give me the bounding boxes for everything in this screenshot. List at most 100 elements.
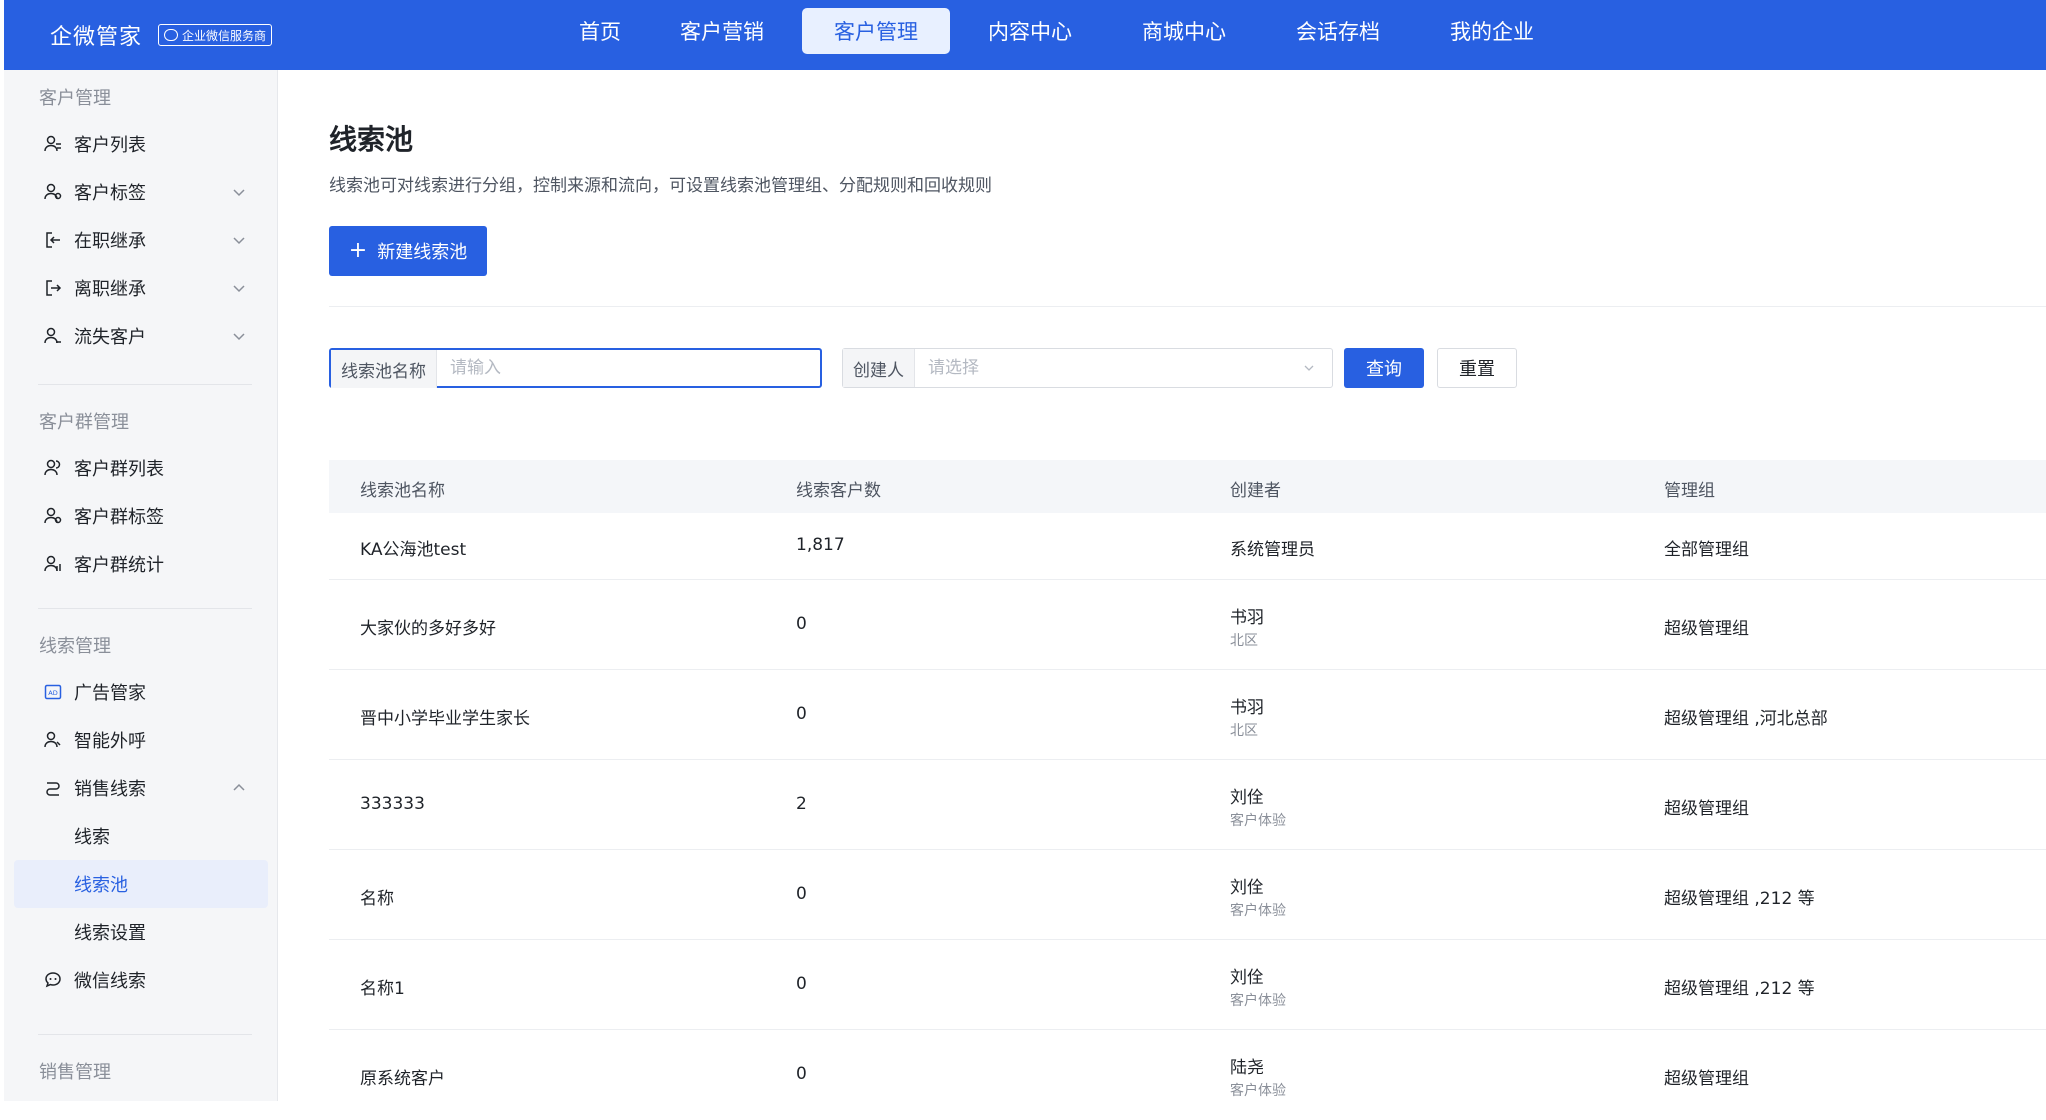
cell-group: 超级管理组 ,河北总部 [1664,709,1828,729]
nav-home[interactable]: 首页 [558,8,642,54]
cell-creator-dept: 客户体验 [1230,1083,1286,1099]
sidebar-item-lead-settings[interactable]: 线索设置 [14,908,268,956]
pool-name-input[interactable] [437,350,820,386]
sidebar-item-lost-customers[interactable]: 流失客户 [14,312,268,360]
sidebar-item-group-stats[interactable]: 客户群统计 [14,540,268,588]
creator-select[interactable] [915,349,1332,387]
table-row[interactable]: 大家伙的多好多好 0 书羽 北区 超级管理组 [329,580,2046,670]
creator-filter[interactable]: 创建人 [842,348,1333,388]
cell-creator: 刘佺 [1230,878,1264,898]
table-row[interactable]: 名称 0 刘佺 客户体验 超级管理组 ,212 等 [329,850,2046,940]
nav-customer-marketing[interactable]: 客户营销 [648,8,796,54]
cell-creator: 刘佺 [1230,968,1264,988]
brand[interactable]: 企微管家 企业微信服务商 [50,17,273,53]
sidebar-item-wechat-leads[interactable]: 微信线索 [14,956,268,1004]
nav-mall-center[interactable]: 商城中心 [1110,8,1258,54]
sidebar-item-lead-pool[interactable]: 线索池 [14,860,268,908]
chevron-down-icon [233,237,245,245]
nav-customer-management[interactable]: 客户管理 [802,8,950,54]
cell-creator-dept: 北区 [1230,723,1258,739]
column-header-count: 线索客户数 [796,481,881,501]
table-row[interactable]: 原系统客户 0 陆尧 客户体验 超级管理组 [329,1030,2046,1120]
chevron-down-icon [233,285,245,293]
sidebar-item-leads[interactable]: 线索 [14,812,268,860]
main-content: 线索池 线索池可对线索进行分组，控制来源和流向，可设置线索池管理组、分配规则和回… [280,70,2046,1101]
group-list-icon [44,459,61,476]
sidebar-item-label: 线索 [74,827,110,848]
cell-count: 0 [796,614,807,634]
table-row[interactable]: 晋中小学毕业学生家长 0 书羽 北区 超级管理组 ,河北总部 [329,670,2046,760]
sidebar-item-label: 智能外呼 [74,731,146,752]
cell-creator: 陆尧 [1230,1058,1264,1078]
sidebar-item-sales-leads[interactable]: 销售线索 [14,764,268,812]
cell-creator-dept: 北区 [1230,633,1258,649]
sidebar-item-resigned-inherit[interactable]: 离职继承 [14,264,268,312]
sidebar-item-active-inherit[interactable]: 在职继承 [14,216,268,264]
sidebar-item-label: 客户群列表 [74,459,164,480]
table-header: 线索池名称 线索客户数 创建者 管理组 [329,460,2046,513]
cell-name: KA公海池test [360,540,467,560]
cell-creator: 书羽 [1230,608,1264,628]
query-button[interactable]: 查询 [1344,348,1424,388]
sidebar-item-customer-tags[interactable]: 客户标签 [14,168,268,216]
cell-creator: 刘佺 [1230,788,1264,808]
sidebar-item-group-list[interactable]: 客户群列表 [14,444,268,492]
nav-content-center[interactable]: 内容中心 [956,8,1104,54]
main-nav: 首页 客户营销 客户管理 内容中心 商城中心 会话存档 我的企业 [558,8,1572,54]
cell-count: 0 [796,974,807,994]
cell-name: 名称 [360,889,394,909]
reset-button[interactable]: 重置 [1437,348,1517,388]
chevron-down-icon [233,189,245,197]
sidebar-item-label: 微信线索 [74,971,146,992]
column-header-name: 线索池名称 [360,481,445,501]
sidebar-item-label: 线索池 [74,875,128,896]
ad-icon: AD [44,684,62,700]
table-row[interactable]: KA公海池test 1,817 系统管理员 全部管理组 [329,513,2046,580]
cell-name: 名称1 [360,979,405,999]
sidebar-divider [38,384,252,385]
table-row[interactable]: 333333 2 刘佺 客户体验 超级管理组 [329,760,2046,850]
sidebar-divider [38,1034,252,1035]
sidebar-group-leads: 线索管理 [39,636,111,657]
table-row[interactable]: 名称1 0 刘佺 客户体验 超级管理组 ,212 等 [329,940,2046,1030]
sidebar-item-smart-call[interactable]: 智能外呼 [14,716,268,764]
chevron-up-icon [233,783,245,791]
sidebar-item-label: 离职继承 [74,279,146,300]
sidebar-item-label: 广告管家 [74,683,146,704]
cell-group: 超级管理组 ,212 等 [1664,979,1815,999]
user-tag-icon [44,183,62,200]
cell-name: 大家伙的多好多好 [360,619,496,639]
sidebar-item-ad-manager[interactable]: AD 广告管家 [14,668,268,716]
sidebar-item-customer-list[interactable]: 客户列表 [14,120,268,168]
new-lead-pool-button[interactable]: + 新建线索池 [329,226,487,276]
cell-count: 1,817 [796,535,845,555]
new-lead-pool-label: 新建线索池 [377,242,468,263]
sidebar-item-group-tags[interactable]: 客户群标签 [14,492,268,540]
wechat-icon [45,972,61,988]
page-title: 线索池 [329,123,414,156]
sidebar-item-label: 客户标签 [74,183,146,204]
sidebar-item-label: 客户群统计 [74,555,164,576]
sidebar-group-customer: 客户管理 [39,88,111,109]
cell-name: 晋中小学毕业学生家长 [360,709,530,729]
creator-filter-label: 创建人 [843,349,915,387]
nav-my-enterprise[interactable]: 我的企业 [1418,8,1566,54]
pool-name-filter: 线索池名称 [329,348,822,388]
cell-creator-dept: 客户体验 [1230,813,1286,829]
cell-count: 0 [796,1064,807,1084]
cell-count: 2 [796,794,807,814]
cell-group: 超级管理组 ,212 等 [1664,889,1815,909]
svg-text:AD: AD [48,689,57,697]
brand-name: 企微管家 [50,25,143,50]
nav-session-archive[interactable]: 会话存档 [1264,8,1412,54]
cell-creator: 书羽 [1230,698,1264,718]
column-header-creator: 创建者 [1230,481,1281,501]
cell-count: 0 [796,704,807,724]
cell-creator: 系统管理员 [1230,540,1315,560]
brand-badge: 企业微信服务商 [158,24,273,46]
wecom-logo-icon [164,29,179,41]
chevron-down-icon [1304,365,1314,371]
sidebar-item-label: 在职继承 [74,231,146,252]
sidebar-item-label: 线索设置 [74,923,146,944]
cell-name: 333333 [360,794,425,814]
